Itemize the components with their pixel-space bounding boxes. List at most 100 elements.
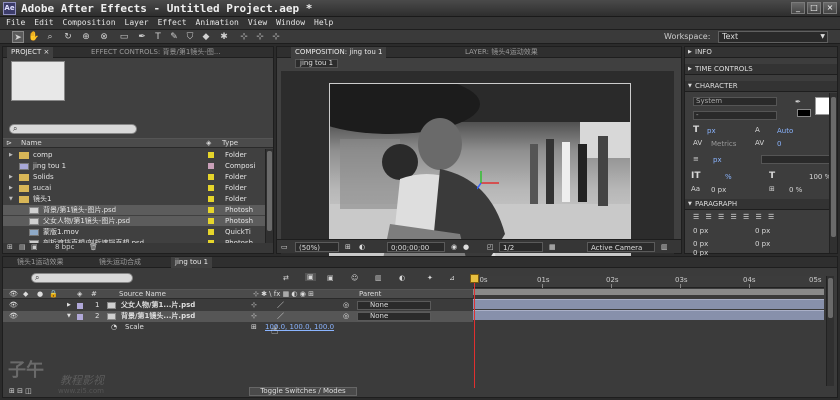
type-column-header[interactable]: Type bbox=[222, 139, 238, 148]
tab-timeline-3[interactable]: jing tou 1 bbox=[171, 257, 213, 268]
current-time-display[interactable]: 0;00;00;00 bbox=[387, 242, 445, 252]
pan-behind-tool-icon[interactable]: ⊗ bbox=[98, 31, 110, 43]
live-update-icon[interactable]: ▣ bbox=[305, 273, 316, 281]
tab-composition[interactable]: COMPOSITION: jing tou 1 bbox=[291, 47, 387, 58]
timeline-scrollbar[interactable] bbox=[826, 276, 834, 386]
name-column-header[interactable]: Name bbox=[21, 139, 42, 148]
interpret-footage-icon[interactable]: ⊞ bbox=[7, 243, 13, 251]
scrollbar-thumb[interactable] bbox=[828, 278, 833, 318]
view-axis-mode-icon[interactable]: ⊹ bbox=[270, 31, 282, 43]
view-layout-icon[interactable]: ▥ bbox=[661, 242, 668, 252]
stroke-width-value[interactable]: px bbox=[713, 156, 722, 164]
pen-tool-icon[interactable]: ✒ bbox=[136, 31, 148, 43]
collapse-arrow-icon[interactable]: ▼ bbox=[9, 194, 13, 204]
baseline-shift-value[interactable]: 0 px bbox=[711, 186, 726, 194]
project-item[interactable]: ▶ Solids Folder bbox=[3, 172, 271, 182]
minimize-button[interactable]: _ bbox=[791, 2, 805, 14]
label-color-tag[interactable] bbox=[208, 163, 214, 169]
tsume-value[interactable]: 0 % bbox=[789, 186, 802, 194]
menu-layer[interactable]: Layer bbox=[125, 17, 149, 29]
stopwatch-icon[interactable]: ◔ bbox=[111, 322, 117, 333]
type-tool-icon[interactable]: T bbox=[152, 31, 164, 43]
draft-3d-icon[interactable]: ▣ bbox=[327, 274, 334, 282]
expand-arrow-icon[interactable]: ▶ bbox=[9, 183, 13, 193]
grid-icon[interactable]: ⊞ bbox=[345, 242, 351, 252]
parent-column-header[interactable]: Parent bbox=[359, 290, 381, 299]
graph-editor-icon[interactable]: ⊿ bbox=[449, 274, 455, 282]
always-preview-icon[interactable]: ▭ bbox=[281, 242, 288, 252]
transparency-grid-icon[interactable]: ▦ bbox=[549, 242, 556, 252]
label-tag-icon[interactable]: ◈ bbox=[206, 139, 211, 148]
label-color-tag[interactable] bbox=[208, 185, 214, 191]
label-color-tag[interactable] bbox=[208, 229, 214, 235]
label-color-tag[interactable] bbox=[208, 207, 214, 213]
layer-duration-bar-1[interactable] bbox=[473, 299, 824, 309]
time-controls-header[interactable]: ▶ TIME CONTROLS bbox=[685, 64, 837, 75]
layer-label-color[interactable] bbox=[77, 314, 83, 320]
timeline-search-input[interactable]: ⌕ bbox=[31, 273, 133, 283]
layer-source-name[interactable]: 父女人物/第1...片.psd bbox=[121, 300, 195, 311]
menu-edit[interactable]: Edit bbox=[34, 17, 53, 29]
eye-icon[interactable]: 👁 bbox=[9, 300, 18, 311]
zoom-tool-icon[interactable]: ⌕ bbox=[44, 31, 56, 43]
menu-file[interactable]: File bbox=[6, 17, 25, 29]
new-comp-icon[interactable]: ▣ bbox=[31, 243, 38, 251]
source-name-column-header[interactable]: Source Name bbox=[119, 290, 166, 299]
motion-blur-icon[interactable]: ◐ bbox=[399, 274, 405, 282]
workspace-dropdown[interactable]: Text ▼ bbox=[718, 31, 828, 43]
quality-switch-icon[interactable]: ／ bbox=[277, 300, 284, 311]
bpc-toggle[interactable]: 8 bpc bbox=[55, 243, 74, 251]
layer-duration-bar-2[interactable] bbox=[473, 310, 824, 320]
menu-view[interactable]: View bbox=[248, 17, 267, 29]
tab-effect-controls[interactable]: EFFECT CONTROLS: 背景/第1镜头-图... bbox=[87, 47, 225, 58]
brainstorm-icon[interactable]: ✦ bbox=[427, 274, 433, 282]
3d-axis-gizmo-icon[interactable] bbox=[477, 171, 501, 195]
local-axis-mode-icon[interactable]: ⊹ bbox=[238, 31, 250, 43]
project-scrollbar[interactable] bbox=[265, 149, 273, 243]
current-time-indicator-head[interactable] bbox=[470, 274, 479, 283]
font-style-dropdown[interactable]: - bbox=[693, 111, 777, 120]
menu-window[interactable]: Window bbox=[276, 17, 305, 29]
stroke-color-swatch[interactable] bbox=[797, 109, 811, 117]
parent-pickwhip-icon[interactable]: ◎ bbox=[343, 311, 349, 322]
selection-tool-icon[interactable]: ➤ bbox=[12, 31, 24, 43]
space-after-value[interactable]: 0 px bbox=[755, 240, 770, 248]
expand-arrow-icon[interactable]: ▶ bbox=[9, 172, 13, 182]
parent-dropdown[interactable]: None bbox=[357, 301, 431, 310]
menu-animation[interactable]: Animation bbox=[196, 17, 239, 29]
paragraph-panel-header[interactable]: ▼ PARAGRAPH bbox=[685, 199, 837, 210]
close-button[interactable]: × bbox=[823, 2, 837, 14]
character-panel-header[interactable]: ▼ CHARACTER bbox=[685, 81, 837, 92]
hand-tool-icon[interactable]: ✋ bbox=[28, 31, 40, 43]
orbit-camera-tool-icon[interactable]: ⊕ bbox=[80, 31, 92, 43]
maximize-button[interactable]: □ bbox=[807, 2, 821, 14]
kerning-value[interactable]: Metrics bbox=[711, 140, 736, 148]
mask-visibility-icon[interactable]: ◐ bbox=[359, 242, 365, 252]
eyedropper-icon[interactable]: ✒ bbox=[795, 98, 801, 106]
quality-switch-icon[interactable]: ／ bbox=[277, 311, 284, 322]
rectangle-mask-tool-icon[interactable]: ▭ bbox=[118, 31, 130, 43]
time-ruler[interactable]: 00s 01s 02s 03s 04s 05s bbox=[473, 276, 824, 288]
region-of-interest-icon[interactable]: ◰ bbox=[487, 242, 494, 252]
project-item[interactable]: 背景/第1镜头-图片.psd Photosh bbox=[3, 205, 271, 215]
tab-timeline-2[interactable]: 镜头运动合成 bbox=[95, 257, 145, 268]
leading-value[interactable]: Auto bbox=[777, 127, 793, 135]
layer-row-1[interactable]: 👁 ▶ 1 父女人物/第1...片.psd ⊹ ／ ◎ None bbox=[3, 300, 473, 311]
composition-name-tab[interactable]: jing tou 1 bbox=[295, 59, 339, 68]
label-color-tag[interactable] bbox=[208, 152, 214, 158]
delete-icon[interactable]: 🗑 bbox=[89, 243, 98, 251]
collapse-transform-icon[interactable]: ⊹ bbox=[251, 300, 257, 311]
label-color-tag[interactable] bbox=[208, 218, 214, 224]
project-item[interactable]: jing tou 1 Composi bbox=[3, 161, 271, 171]
right-panel-scrollbar[interactable] bbox=[829, 93, 837, 253]
alignment-buttons[interactable]: ☰ ☰ ☰ ☰ ☰ ☰ ☰ bbox=[693, 213, 776, 221]
collapse-transform-icon[interactable]: ⊹ bbox=[251, 311, 257, 322]
project-item[interactable]: ▼ 镜头1 Folder bbox=[3, 194, 271, 204]
layer-source-name[interactable]: 背景/第1镜头...片.psd bbox=[121, 311, 195, 322]
tab-layer[interactable]: LAYER: 镜头4运动效果 bbox=[461, 47, 542, 58]
hide-shy-layers-icon[interactable]: ☺ bbox=[351, 274, 358, 282]
font-family-dropdown[interactable]: System bbox=[693, 97, 777, 106]
new-folder-icon[interactable]: ▤ bbox=[19, 243, 26, 251]
tab-timeline-1[interactable]: 镜头1运动效果 bbox=[13, 257, 67, 268]
expand-arrow-icon[interactable]: ▶ bbox=[67, 300, 71, 311]
